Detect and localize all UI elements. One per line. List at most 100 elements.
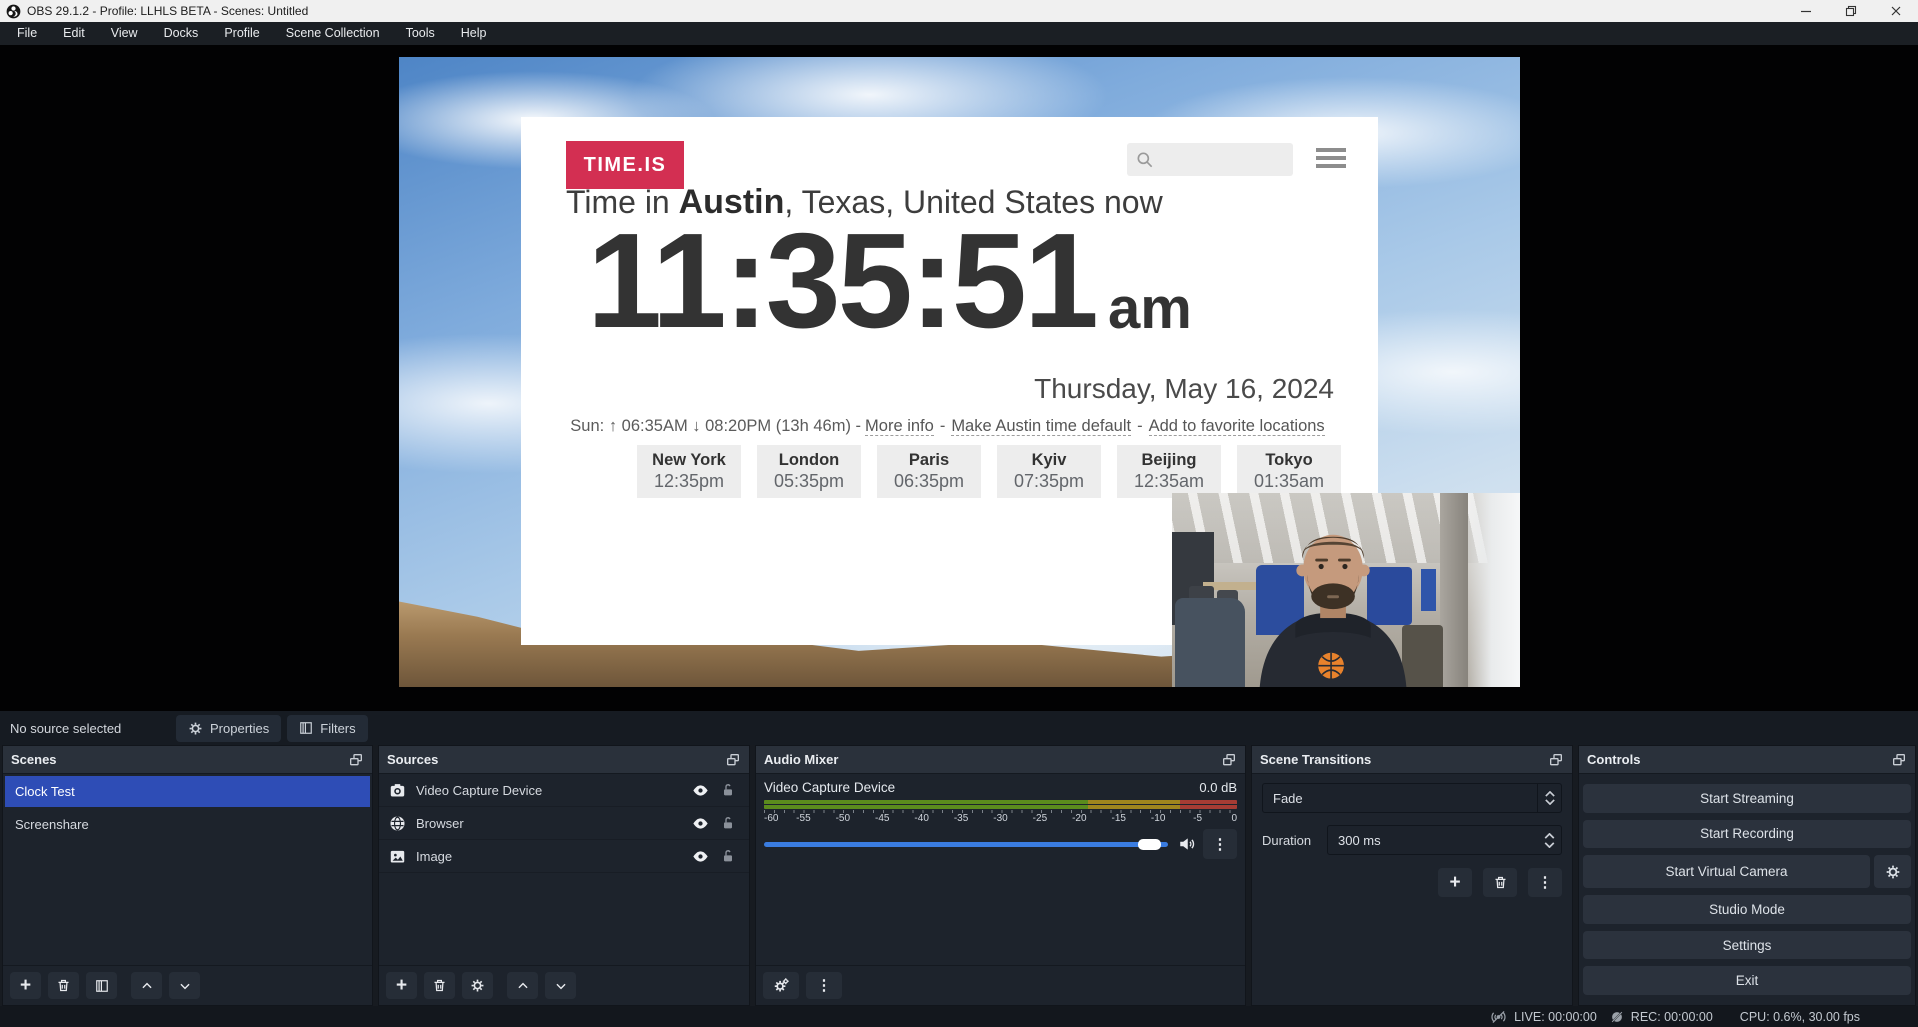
add-favorite-link[interactable]: Add to favorite locations [1149,417,1325,436]
make-default-link[interactable]: Make Austin time default [951,417,1131,436]
properties-button[interactable]: Properties [176,715,281,742]
add-source-button[interactable]: + [386,972,417,999]
transition-options-button[interactable]: ⋮ [1528,868,1562,897]
start-streaming-button[interactable]: Start Streaming [1583,784,1911,813]
cpu-status: CPU: 0.6%, 30.00 fps [1740,1010,1860,1024]
add-transition-button[interactable]: + [1438,868,1472,897]
transitions-dock-header: Scene Transitions [1252,746,1572,774]
popout-icon[interactable] [1891,752,1907,768]
hamburger-menu-icon[interactable] [1316,148,1346,172]
globe-icon [389,815,406,832]
remove-transition-button[interactable] [1483,868,1517,897]
virtual-camera-settings-button[interactable] [1874,855,1911,888]
window-title: OBS 29.1.2 - Profile: LLHLS BETA - Scene… [27,4,308,18]
menu-docks[interactable]: Docks [151,22,212,45]
duration-spinbox[interactable]: 300 ms [1327,825,1562,855]
clock-display: 11:35:51 am [587,213,1192,348]
move-source-up-button[interactable] [507,972,538,999]
mixer-channel: Video Capture Device 0.0 dB -60 -55 -50 … [756,774,1245,965]
city-card-tokyo[interactable]: Tokyo01:35am [1237,445,1341,498]
search-box[interactable] [1127,143,1293,176]
source-toolbar: No source selected Properties Filters [0,711,1918,745]
popout-icon[interactable] [725,752,741,768]
menubar: File Edit View Docks Profile Scene Colle… [0,22,1918,45]
close-button[interactable] [1873,0,1918,22]
visibility-eye-icon[interactable] [691,781,710,800]
world-cities-row: New York12:35pm London05:35pm Paris06:35… [637,445,1341,498]
visibility-eye-icon[interactable] [691,847,710,866]
menu-view[interactable]: View [98,22,151,45]
volume-slider[interactable] [764,842,1168,847]
settings-button[interactable]: Settings [1583,931,1911,960]
exit-button[interactable]: Exit [1583,966,1911,995]
volume-slider-handle[interactable] [1138,839,1161,850]
menu-help[interactable]: Help [448,22,500,45]
popout-icon[interactable] [1548,752,1564,768]
lock-icon[interactable] [720,782,736,798]
menu-edit[interactable]: Edit [50,22,98,45]
start-recording-button[interactable]: Start Recording [1583,820,1911,849]
duration-label: Duration [1262,833,1318,848]
city-card-kyiv[interactable]: Kyiv07:35pm [997,445,1101,498]
chevron-up-icon [140,979,154,993]
source-properties-button[interactable] [462,972,493,999]
transition-select[interactable]: Fade [1262,783,1562,813]
source-item-video-capture[interactable]: Video Capture Device [379,774,749,807]
filters-icon [299,721,313,735]
spin-up-icon[interactable] [1544,833,1555,839]
popout-icon[interactable] [1221,752,1237,768]
popout-icon[interactable] [348,752,364,768]
menu-file[interactable]: File [4,22,50,45]
start-virtual-camera-button[interactable]: Start Virtual Camera [1583,855,1870,888]
scene-filters-button[interactable] [86,972,117,999]
sources-toolbar: + [379,965,749,1005]
status-bar: LIVE: 00:00:00 REC: 00:00:00 CPU: 0.6%, … [0,1006,1918,1027]
speaker-icon[interactable] [1178,835,1196,853]
titlebar: OBS 29.1.2 - Profile: LLHLS BETA - Scene… [0,0,1918,22]
move-source-down-button[interactable] [545,972,576,999]
webcam-overlay [1172,493,1520,687]
advanced-audio-button[interactable] [763,972,799,999]
studio-mode-button[interactable]: Studio Mode [1583,895,1911,924]
program-preview[interactable]: TIME.IS Time in Austin, Texas, United St… [399,57,1520,687]
source-item-image[interactable]: Image [379,840,749,873]
move-scene-down-button[interactable] [169,972,200,999]
filters-button[interactable]: Filters [287,715,367,742]
gear-icon [470,978,485,993]
menu-scene-collection[interactable]: Scene Collection [273,22,393,45]
preview-area: TIME.IS Time in Austin, Texas, United St… [0,45,1918,711]
more-info-link[interactable]: More info [865,417,934,436]
city-card-paris[interactable]: Paris06:35pm [877,445,981,498]
scene-item-screenshare[interactable]: Screenshare [5,809,370,840]
remove-source-button[interactable] [424,972,455,999]
move-scene-up-button[interactable] [131,972,162,999]
city-card-london[interactable]: London05:35pm [757,445,861,498]
scene-item-clock-test[interactable]: Clock Test [5,776,370,807]
sun-info-line: Sun: ↑ 06:35AM ↓ 08:20PM (13h 46m) -More… [521,417,1378,436]
search-icon [1135,150,1155,170]
remove-scene-button[interactable] [48,972,79,999]
stream-inactive-icon [1490,1010,1507,1024]
minimize-button[interactable] [1783,0,1828,22]
controls-panel: Start Streaming Start Recording Start Vi… [1579,774,1915,1005]
add-scene-button[interactable]: + [10,972,41,999]
city-card-new-york[interactable]: New York12:35pm [637,445,741,498]
menu-tools[interactable]: Tools [393,22,448,45]
spin-down-icon[interactable] [1544,842,1555,848]
scenes-dock-header: Scenes [3,746,372,774]
audio-mixer-dock-header: Audio Mixer [756,746,1245,774]
scene-transitions-dock: Scene Transitions Fade Duration 300 ms [1251,745,1573,1006]
source-item-browser[interactable]: Browser [379,807,749,840]
mixer-options-button[interactable]: ⋮ [1203,829,1237,859]
clock-meridiem: am [1108,280,1192,348]
lock-icon[interactable] [720,848,736,864]
clock-time: 11:35:51 [587,213,1096,348]
obs-logo-icon [6,4,21,19]
menu-profile[interactable]: Profile [211,22,272,45]
visibility-eye-icon[interactable] [691,814,710,833]
mixer-menu-button[interactable]: ⋮ [806,972,842,999]
restore-button[interactable] [1828,0,1873,22]
city-card-beijing[interactable]: Beijing12:35am [1117,445,1221,498]
lock-icon[interactable] [720,815,736,831]
sources-dock: Sources Video Capture Device Browser [378,745,750,1006]
